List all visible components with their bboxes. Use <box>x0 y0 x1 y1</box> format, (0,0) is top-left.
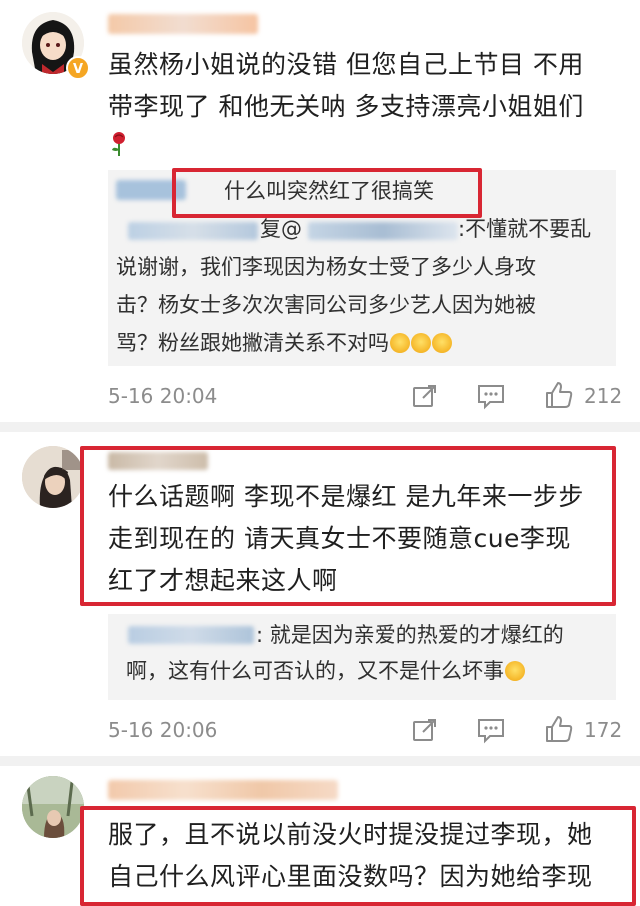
highlight-box <box>172 168 482 218</box>
avatar-image <box>22 776 84 838</box>
smile-emoji-icon <box>432 333 452 353</box>
reply-line: : 就是因为亲爱的热爱的才爆红的 <box>256 623 564 647</box>
reply-prefix-text: 复@ <box>260 217 302 241</box>
divider <box>0 422 640 432</box>
like-count: 212 <box>584 384 623 408</box>
divider <box>0 756 640 766</box>
reply-line-last: 啊，这有什么可否认的，又不是什么坏事 <box>126 652 616 690</box>
smile-emoji-icon <box>390 333 410 353</box>
avatar[interactable] <box>22 446 84 508</box>
like-icon[interactable] <box>544 380 574 414</box>
comment-body: 虽然杨小姐说的没错 但您自己上节目 不用 带李现了 和他无关呐 多支持漂亮小姐姐… <box>108 44 628 162</box>
like-icon[interactable] <box>544 714 574 748</box>
highlight-box <box>80 806 636 906</box>
comment-icon[interactable] <box>476 382 506 414</box>
comment-icon[interactable] <box>476 716 506 748</box>
username-blurred[interactable] <box>108 14 258 34</box>
avatar-image <box>22 446 84 508</box>
mention-blurred <box>308 222 458 240</box>
grin-sweat-emoji-icon <box>505 661 525 681</box>
reply-username-blurred <box>128 222 258 240</box>
reply-line: 骂？粉丝跟她撇清关系不对吗 <box>116 331 389 355</box>
timestamp: 5-16 20:06 <box>108 718 218 742</box>
rose-emoji-icon <box>108 128 628 162</box>
svg-text:V: V <box>73 62 83 77</box>
reply-box[interactable]: : 就是因为亲爱的热爱的才爆红的 啊，这有什么可否认的，又不是什么坏事 <box>108 614 616 700</box>
share-icon[interactable] <box>411 382 439 414</box>
reply-username-blurred <box>128 626 254 644</box>
comment-line: 虽然杨小姐说的没错 但您自己上节目 不用 <box>108 50 584 79</box>
reply-line-last: 骂？粉丝跟她撇清关系不对吗 <box>116 324 616 362</box>
comment-line: 带李现了 和他无关呐 多支持漂亮小姐姐们 <box>108 92 584 121</box>
avatar[interactable] <box>22 776 84 838</box>
highlight-box <box>80 446 616 606</box>
reply-body: 说谢谢，我们李现因为杨女士受了多少人身攻 击？杨女士多次次害同公司多少艺人因为她… <box>116 248 616 362</box>
verified-badge-icon: V <box>66 56 90 80</box>
username-blurred[interactable] <box>108 780 338 800</box>
like-count: 172 <box>584 718 623 742</box>
reply-line: 击？杨女士多次次害同公司多少艺人因为她被 <box>116 293 536 317</box>
reply-line: 说谢谢，我们李现因为杨女士受了多少人身攻 <box>116 255 536 279</box>
share-icon[interactable] <box>411 716 439 748</box>
smile-emoji-icon <box>411 333 431 353</box>
timestamp: 5-16 20:04 <box>108 384 218 408</box>
reply-line: 啊，这有什么可否认的，又不是什么坏事 <box>126 659 504 683</box>
